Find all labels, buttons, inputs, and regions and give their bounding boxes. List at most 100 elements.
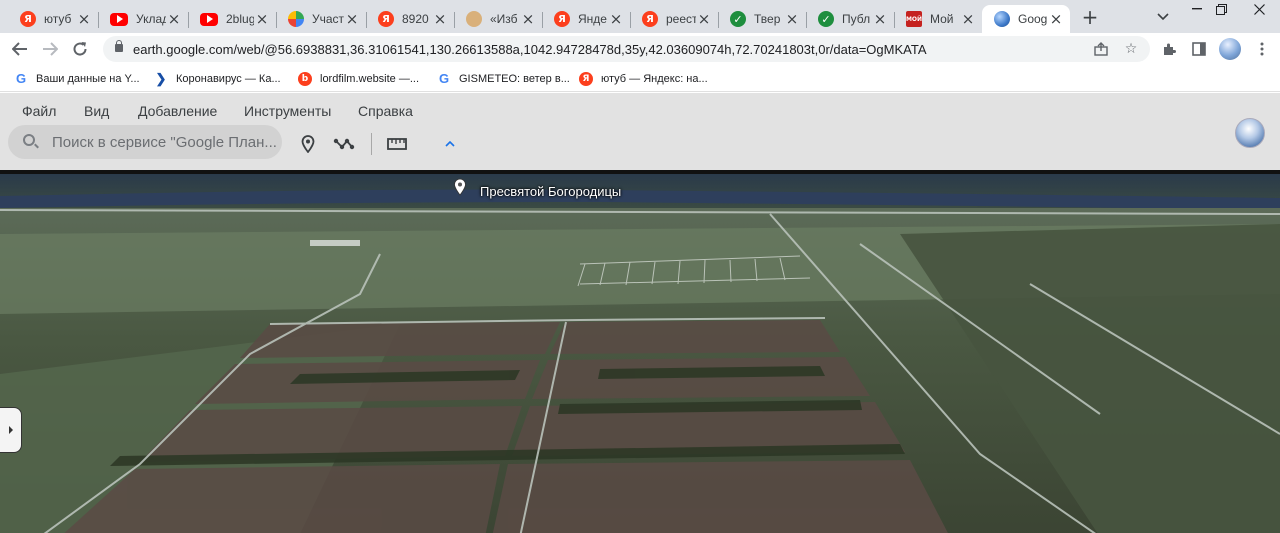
google-icon: G xyxy=(15,71,27,86)
tab-title: ютуб xyxy=(44,12,72,26)
search-icon xyxy=(23,134,35,146)
close-icon[interactable]: × xyxy=(784,10,800,28)
tab-3[interactable]: 2blug × xyxy=(188,5,276,33)
yandex-icon: Я xyxy=(20,11,36,27)
map-view[interactable]: Пресвятой Богородицы xyxy=(0,170,1280,533)
earth-account-avatar[interactable] xyxy=(1235,118,1265,148)
lordfilm-icon: b xyxy=(298,71,312,86)
close-icon[interactable]: × xyxy=(608,10,624,28)
tab-10[interactable]: ✓ Публ × xyxy=(806,5,894,33)
place-pin-icon[interactable] xyxy=(453,178,467,196)
tab-title: «Изб xyxy=(490,12,518,26)
kebab-menu-icon[interactable] xyxy=(1252,39,1272,59)
side-panel-icon[interactable] xyxy=(1189,39,1209,59)
close-icon[interactable]: × xyxy=(254,10,270,28)
back-button[interactable] xyxy=(7,36,33,62)
side-panel-toggle[interactable] xyxy=(0,407,22,453)
collapse-toolbar-button[interactable] xyxy=(440,134,460,154)
youtube-icon xyxy=(200,12,218,26)
cookie-icon xyxy=(466,11,482,27)
tab-title: реест xyxy=(666,12,696,26)
browser-toolbar: earth.google.com/web/@56.6938831,36.3106… xyxy=(0,33,1280,65)
search-input[interactable]: Поиск в сервисе "Google План... xyxy=(52,134,282,151)
youtube-icon xyxy=(110,12,128,26)
bookmark-label: Коронавирус — Ка... xyxy=(176,72,281,85)
lock-icon[interactable] xyxy=(115,40,123,52)
check-icon: ✓ xyxy=(818,11,834,27)
path-icon xyxy=(333,138,355,150)
place-label[interactable]: Пресвятой Богородицы xyxy=(480,184,621,199)
close-icon[interactable]: × xyxy=(344,10,360,28)
menu-file[interactable]: Файл xyxy=(22,103,56,119)
close-icon[interactable]: × xyxy=(432,10,448,28)
add-path-button[interactable] xyxy=(333,133,355,155)
bookmark-item[interactable]: G GISMETEO: ветер в... xyxy=(437,70,570,87)
profile-avatar[interactable] xyxy=(1219,38,1241,60)
tab-title: 8920 xyxy=(402,12,429,26)
close-icon[interactable]: × xyxy=(1048,10,1064,28)
satellite-imagery[interactable] xyxy=(0,174,1280,533)
close-icon[interactable]: × xyxy=(696,10,712,28)
forward-button[interactable] xyxy=(37,36,63,62)
check-icon: ✓ xyxy=(730,11,746,27)
bookmarks-bar: G Ваши данные на Y... ❯ Коронавирус — Ка… xyxy=(0,65,1280,92)
tab-9[interactable]: ✓ Твер × xyxy=(718,5,806,33)
close-window-button[interactable] xyxy=(1238,0,1280,18)
extensions-icon[interactable] xyxy=(1159,39,1179,59)
close-window-icon xyxy=(1253,3,1265,15)
pin-icon xyxy=(301,135,315,153)
bookmark-item[interactable]: Я ютуб — Яндекс: на... xyxy=(579,70,708,87)
tab-5[interactable]: Я 8920 × xyxy=(366,5,454,33)
arrow-icon: ❯ xyxy=(155,70,167,86)
bookmark-item[interactable]: ❯ Коронавирус — Ка... xyxy=(154,70,281,87)
tab-6[interactable]: «Изб × xyxy=(454,5,542,33)
menu-add[interactable]: Добавление xyxy=(138,103,217,119)
url-text[interactable]: earth.google.com/web/@56.6938831,36.3106… xyxy=(133,42,927,57)
bookmark-label: ютуб — Яндекс: на... xyxy=(601,72,708,85)
chevron-down-icon xyxy=(1157,13,1169,21)
google-icon: G xyxy=(438,71,450,86)
measure-button[interactable] xyxy=(386,133,408,155)
share-icon[interactable] xyxy=(1091,39,1111,59)
close-icon[interactable]: × xyxy=(76,10,92,28)
tab-1[interactable]: Я ютуб × xyxy=(8,5,98,33)
tab-title: 2blug xyxy=(226,12,254,26)
close-icon[interactable]: × xyxy=(520,10,536,28)
restore-button[interactable] xyxy=(1200,0,1242,18)
tab-title: Твер xyxy=(754,12,781,26)
bookmark-label: GISMETEO: ветер в... xyxy=(459,72,570,85)
menu-help[interactable]: Справка xyxy=(358,103,413,119)
chevron-right-icon xyxy=(8,426,13,434)
tab-8[interactable]: Я реест × xyxy=(630,5,718,33)
reload-icon xyxy=(73,42,87,56)
add-placemark-button[interactable] xyxy=(297,133,319,155)
tab-12-active[interactable]: Goog × xyxy=(982,5,1070,33)
tab-title: Участ xyxy=(312,12,344,26)
menu-view[interactable]: Вид xyxy=(84,103,109,119)
reload-button[interactable] xyxy=(67,36,93,62)
menu-tools[interactable]: Инструменты xyxy=(244,103,331,119)
tab-4[interactable]: Участ × xyxy=(276,5,366,33)
bookmark-item[interactable]: G Ваши данные на Y... xyxy=(14,70,140,87)
toolbar-divider xyxy=(371,133,372,155)
yandex-icon: Я xyxy=(579,71,593,86)
address-bar[interactable]: earth.google.com/web/@56.6938831,36.3106… xyxy=(103,36,1150,62)
bookmark-label: Ваши данные на Y... xyxy=(36,72,140,85)
new-tab-button[interactable]: + xyxy=(1078,5,1102,29)
tab-7[interactable]: Я Янде × xyxy=(542,5,630,33)
close-icon[interactable]: × xyxy=(166,10,182,28)
close-icon[interactable]: × xyxy=(872,10,888,28)
tab-title: Уклад xyxy=(136,12,166,26)
close-icon[interactable]: × xyxy=(960,10,976,28)
google-earth-icon xyxy=(994,11,1010,27)
yandex-icon: Я xyxy=(642,11,658,27)
earth-header: Файл Вид Добавление Инструменты Справка … xyxy=(0,93,1280,170)
tab-11[interactable]: МОЙ Мой × xyxy=(894,5,982,33)
yandex-icon: Я xyxy=(378,11,394,27)
tab-2[interactable]: Уклад × xyxy=(98,5,188,33)
bookmark-item[interactable]: b lordfilm.website —... xyxy=(298,70,419,87)
tab-title: Goog xyxy=(1018,12,1048,26)
tab-search-button[interactable] xyxy=(1152,5,1174,29)
bookmark-star-icon[interactable]: ☆ xyxy=(1121,39,1141,59)
earth-search-box[interactable]: Поиск в сервисе "Google План... xyxy=(8,125,282,159)
